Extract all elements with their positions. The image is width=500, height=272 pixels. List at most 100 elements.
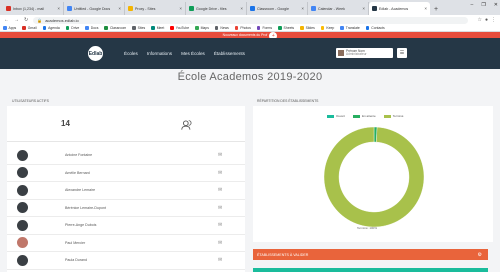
bookmark-item[interactable]: Meet: [151, 26, 164, 30]
minimize-icon[interactable]: –: [471, 2, 474, 8]
close-window-icon[interactable]: ✕: [494, 2, 498, 8]
forward-icon[interactable]: →: [14, 17, 19, 23]
lock-icon: 🔒: [37, 17, 43, 23]
message-icon[interactable]: ✉: [218, 257, 222, 263]
donut-slice-terminé[interactable]: [323, 126, 425, 228]
tab-title: Inbox (1,234) - mail: [13, 6, 44, 11]
user-name: Bérénice Lemaire-Dupont: [65, 205, 106, 210]
bookmark-item[interactable]: Slides: [300, 26, 315, 30]
active-users-card: 14 Antoine Fontaine ✉ Amélie Bernard ✉ Alexa…: [7, 106, 245, 272]
star-icon[interactable]: ☆: [477, 17, 481, 23]
bookmarks-bar: Apps Gmail Agenda Drive Docs Classroom Sites Me…: [0, 25, 500, 32]
bookmark-icon: [22, 26, 26, 30]
bookmark-label: News: [220, 26, 229, 30]
browser-tab[interactable]: Classroom - Google ×: [247, 2, 308, 15]
browser-tab[interactable]: Inbox (1,234) - mail ×: [3, 2, 64, 15]
tab-title: Untitled - Google Docs: [74, 6, 111, 11]
menu-button[interactable]: ☰: [397, 48, 407, 58]
bookmark-item[interactable]: Drive: [65, 26, 79, 30]
tab-title: Proxy - Sites: [135, 6, 156, 11]
browser-tab[interactable]: Untitled - Google Docs ×: [64, 2, 125, 15]
bookmark-item[interactable]: Maps: [195, 26, 209, 30]
legend-swatch: [353, 114, 361, 118]
bookmark-icon: [104, 26, 108, 30]
browser-tab[interactable]: Google Drive - files ×: [186, 2, 247, 15]
message-icon[interactable]: ✉: [218, 170, 222, 176]
bookmark-label: Forms: [262, 26, 273, 30]
avatar: [338, 50, 344, 56]
legend-item[interactable]: Terminé: [383, 114, 403, 118]
bookmark-item[interactable]: Sites: [132, 26, 145, 30]
bookmark-item[interactable]: Apps: [3, 26, 16, 30]
tab-close-icon[interactable]: ×: [301, 6, 304, 11]
bookmark-icon: [256, 26, 261, 30]
tab-close-icon[interactable]: ×: [362, 6, 365, 11]
legend-item[interactable]: En attente: [353, 114, 376, 118]
bookmark-item[interactable]: Photos: [234, 26, 251, 30]
list-item[interactable]: Pierre-Ange Dubois ✉: [7, 217, 245, 235]
reload-icon[interactable]: ↻: [24, 17, 28, 23]
nav-item[interactable]: Mes Écoles: [181, 51, 205, 56]
browser-tab[interactable]: Proxy - Sites ×: [125, 2, 186, 15]
tab-close-icon[interactable]: ×: [57, 6, 60, 11]
bookmark-icon: [85, 26, 89, 30]
bookmark-item[interactable]: Docs: [85, 26, 98, 30]
message-icon[interactable]: ✉: [218, 152, 222, 158]
bookmark-label: Gmail: [27, 26, 37, 30]
browser-tab[interactable]: Calendar - Week ×: [308, 2, 369, 15]
pending-validation-label: ÉTABLISSEMENTS À VALIDER: [257, 252, 309, 257]
tab-close-icon[interactable]: ×: [424, 6, 427, 11]
pending-validation-bar[interactable]: ÉTABLISSEMENTS À VALIDER ⚙: [253, 249, 488, 260]
settings-icon[interactable]: ⚙: [478, 252, 482, 258]
message-icon[interactable]: ✉: [218, 240, 222, 246]
bookmark-item[interactable]: Agenda: [42, 26, 60, 30]
app-logo[interactable]: Edlab: [88, 46, 103, 61]
tab-title: Calendar - Week: [318, 6, 345, 11]
bookmark-item[interactable]: YouTube: [170, 26, 189, 30]
profile-icon[interactable]: ●: [485, 17, 488, 23]
user-name: Alexandre Lemaire: [65, 188, 96, 193]
tab-title: Classroom - Google: [257, 6, 289, 11]
bookmark-item[interactable]: Gmail: [22, 26, 37, 30]
bookmark-label: Apps: [8, 26, 17, 30]
tab-close-icon[interactable]: ×: [240, 6, 243, 11]
message-icon[interactable]: ✉: [218, 222, 222, 228]
more-icon[interactable]: ⋮: [491, 17, 496, 23]
browser-tab[interactable]: Edlab - Academos ×: [369, 2, 430, 15]
active-users-label: UTILISATEURS ACTIFS: [12, 99, 49, 103]
back-icon[interactable]: ←: [4, 17, 9, 23]
list-item[interactable]: Alexandre Lemaire ✉: [7, 182, 245, 200]
nav-item[interactable]: Informations: [147, 51, 172, 56]
nav-item[interactable]: Établissements: [214, 51, 245, 56]
teal-panel-top: [253, 268, 488, 272]
message-icon[interactable]: ✉: [218, 187, 222, 193]
legend-item[interactable]: Ouvert: [327, 114, 345, 118]
legend-label: En attente: [362, 114, 376, 118]
new-tab-button[interactable]: +: [434, 6, 438, 13]
url-field[interactable]: 🔒 academos.edlab.io: [33, 16, 469, 24]
tab-close-icon[interactable]: ×: [179, 6, 182, 11]
user-name: Pierre-Ange Dubois: [65, 223, 97, 228]
bookmark-icon: [234, 26, 239, 30]
list-item[interactable]: Bérénice Lemaire-Dupont ✉: [7, 200, 245, 217]
bookmark-item[interactable]: Translate: [340, 26, 360, 30]
user-menu[interactable]: Prénom Nom Administrateur: [336, 48, 393, 58]
tab-close-icon[interactable]: ×: [118, 6, 121, 11]
bookmark-icon: [3, 26, 7, 30]
bookmark-item[interactable]: Keep: [320, 26, 334, 30]
bookmark-item[interactable]: Classroom: [104, 26, 126, 30]
bookmark-item[interactable]: Sheets: [278, 26, 294, 30]
list-item[interactable]: Paul Mercier ✉: [7, 235, 245, 252]
list-item[interactable]: Antoine Fontaine ✉: [7, 147, 245, 165]
message-icon[interactable]: ✉: [218, 205, 222, 211]
nav-item[interactable]: Écoles: [124, 51, 138, 56]
user-list: Antoine Fontaine ✉ Amélie Bernard ✉ Alexandr…: [7, 147, 245, 270]
maximize-icon[interactable]: ❐: [481, 2, 485, 8]
bookmark-item[interactable]: News: [214, 26, 229, 30]
stat-row: 14: [7, 106, 245, 142]
list-item[interactable]: Amélie Bernard ✉: [7, 165, 245, 182]
user-role: Administrateur: [346, 52, 367, 56]
bookmark-item[interactable]: Contacts: [365, 26, 385, 30]
bookmark-item[interactable]: Forms: [256, 26, 273, 30]
list-item[interactable]: Paula Durand ✉: [7, 252, 245, 270]
